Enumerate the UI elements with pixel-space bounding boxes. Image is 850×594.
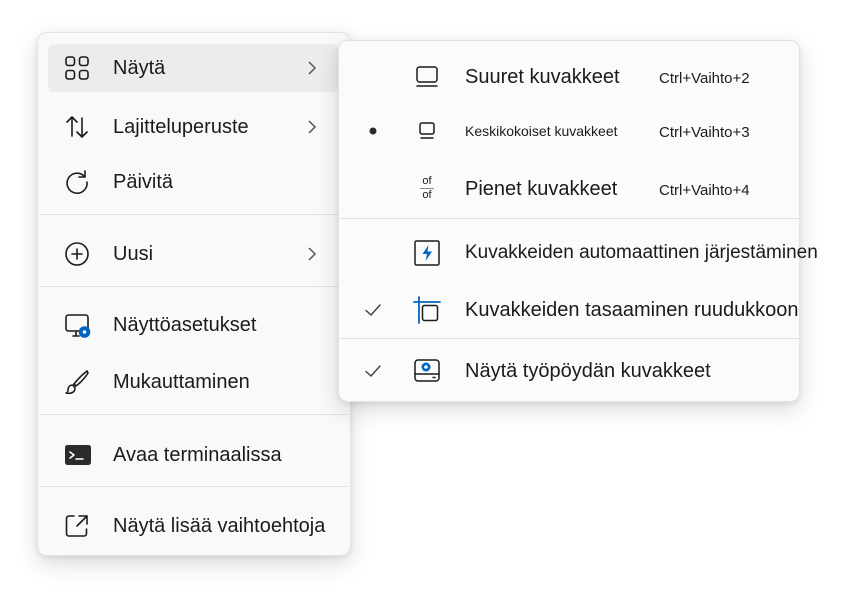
auto-arrange-icon (413, 239, 441, 267)
menu-item-open-terminal[interactable]: Avaa terminaalissa (48, 431, 338, 479)
checkmark-icon (363, 300, 383, 320)
small-icons-icon: of of (413, 175, 441, 203)
keyboard-shortcut: Ctrl+Vaihto+3 (659, 124, 750, 141)
menu-separator (40, 486, 348, 487)
menu-item-label: Näytä lisää vaihtoehtoja (113, 515, 326, 537)
small-icons-icon-text-top: of (422, 175, 432, 187)
menu-item-refresh[interactable]: Päivitä (48, 158, 338, 206)
submenu-item-label: Näytä työpöydän kuvakkeet (465, 360, 711, 382)
menu-item-label: Päivitä (113, 171, 174, 193)
submenu-item-label: Suuret kuvakkeet (465, 66, 620, 88)
submenu-separator (339, 338, 799, 339)
keyboard-shortcut: Ctrl+Vaihto+2 (659, 70, 750, 87)
brush-icon (64, 369, 90, 395)
submenu-item-label: Pienet kuvakkeet (465, 178, 618, 200)
menu-item-personalize[interactable]: Mukauttaminen (48, 358, 338, 406)
submenu-item-label: Keskikokoiset kuvakkeet (465, 123, 618, 139)
menu-item-new[interactable]: Uusi (48, 230, 338, 278)
keyboard-shortcut: Ctrl+Vaihto+4 (659, 182, 750, 199)
align-grid-icon (413, 296, 441, 324)
submenu-item-large-icons[interactable]: Suuret kuvakkeet Ctrl+Vaihto+2 (339, 51, 799, 103)
menu-item-show-more-options[interactable]: Näytä lisää vaihtoehtoja (48, 502, 338, 550)
menu-item-label: Avaa terminaalissa (113, 444, 282, 466)
terminal-icon (64, 442, 91, 468)
menu-item-view[interactable]: Näytä (48, 44, 338, 92)
context-menu: Näytä Lajitteluperuste Päivitä Uusi Näyt… (37, 32, 351, 556)
checkmark-icon (363, 361, 383, 381)
add-circle-icon (64, 241, 90, 267)
chevron-right-icon (304, 60, 320, 76)
menu-item-display-settings[interactable]: Näyttöasetukset (48, 301, 338, 349)
menu-separator (40, 214, 348, 215)
menu-separator (40, 286, 348, 287)
submenu-item-auto-arrange[interactable]: Kuvakkeiden automaattinen järjestäminen (339, 227, 818, 279)
submenu-item-label: Kuvakkeiden tasaaminen ruudukkoon (465, 299, 799, 321)
chevron-right-icon (304, 246, 320, 262)
submenu-item-show-desktop-icons[interactable]: Näytä työpöydän kuvakkeet (339, 345, 799, 397)
menu-item-label: Lajitteluperuste (113, 116, 249, 138)
small-icons-icon-text-bottom: of (422, 189, 432, 201)
menu-item-label: Uusi (113, 243, 154, 265)
sort-arrows-icon (64, 114, 90, 140)
grid-icon (64, 55, 90, 81)
open-external-icon (64, 513, 90, 539)
submenu-item-align-to-grid[interactable]: Kuvakkeiden tasaaminen ruudukkoon (339, 284, 799, 336)
medium-icons-icon (413, 117, 441, 145)
show-desktop-icons-icon (413, 357, 441, 385)
refresh-icon (64, 169, 90, 195)
menu-item-label: Mukauttaminen (113, 371, 250, 393)
selected-dot-icon (363, 121, 383, 141)
view-submenu: Suuret kuvakkeet Ctrl+Vaihto+2 Keskikoko… (338, 40, 818, 402)
submenu-separator (339, 218, 799, 219)
menu-separator (40, 414, 348, 415)
large-icons-icon (413, 63, 441, 91)
chevron-right-icon (304, 119, 320, 135)
display-settings-icon (64, 312, 91, 338)
submenu-item-label: Kuvakkeiden automaattinen järjestäminen (465, 242, 818, 263)
submenu-item-medium-icons[interactable]: Keskikokoiset kuvakkeet Ctrl+Vaihto+3 (339, 105, 799, 157)
menu-item-label: Näytä (113, 57, 166, 79)
menu-item-label: Näyttöasetukset (113, 314, 257, 336)
submenu-item-small-icons[interactable]: of of Pienet kuvakkeet Ctrl+Vaihto+4 (339, 163, 799, 215)
menu-item-sort-by[interactable]: Lajitteluperuste (48, 103, 338, 151)
